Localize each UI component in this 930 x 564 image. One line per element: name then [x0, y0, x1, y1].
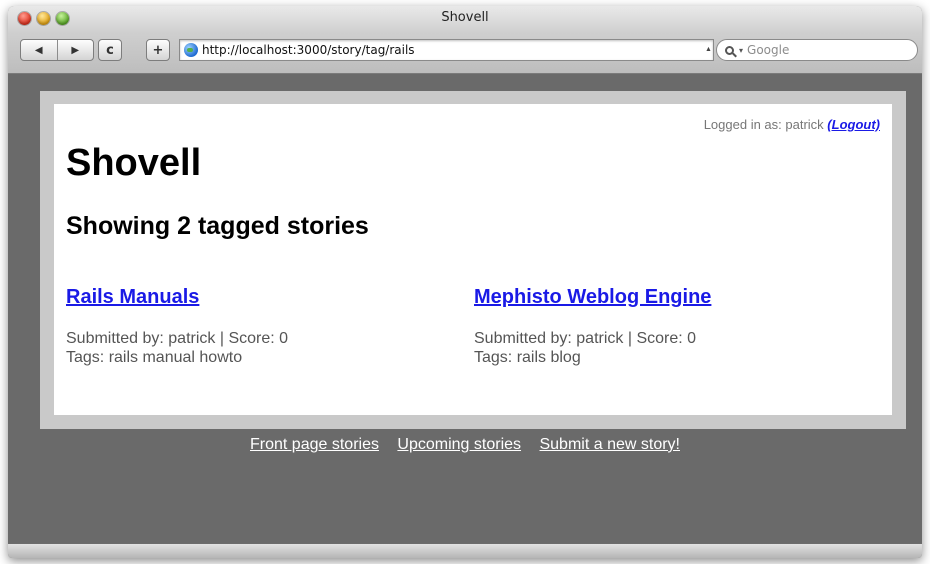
- page-content: Logged in as: patrick (Logout) Shovell S…: [8, 74, 922, 544]
- window-title: Shovell: [441, 10, 489, 25]
- front-page-link[interactable]: Front page stories: [250, 436, 379, 453]
- globe-icon: [184, 43, 198, 57]
- submit-story-link[interactable]: Submit a new story!: [539, 436, 680, 453]
- page-heading: Showing 2 tagged stories: [66, 212, 369, 240]
- reload-icon: c: [106, 42, 114, 58]
- add-bookmark-button[interactable]: +: [146, 39, 170, 61]
- upcoming-stories-link[interactable]: Upcoming stories: [397, 436, 521, 453]
- story-title-link[interactable]: Mephisto Weblog Engine: [474, 286, 854, 309]
- search-icon: [725, 45, 734, 55]
- story-submitted: Submitted by: patrick | Score: 0: [66, 330, 289, 347]
- story-item: Mephisto Weblog Engine Submitted by: pat…: [474, 286, 854, 367]
- story-submitted: Submitted by: patrick | Score: 0: [474, 330, 697, 347]
- browser-chrome: Shovell ◀ ▶ c + http://localhost:3000/st…: [8, 6, 922, 74]
- reload-button[interactable]: c: [98, 39, 122, 61]
- browser-window: Shovell ◀ ▶ c + http://localhost:3000/st…: [8, 6, 922, 558]
- logout-link[interactable]: (Logout): [827, 117, 880, 132]
- url-text[interactable]: http://localhost:3000/story/tag/rails: [202, 43, 415, 57]
- back-arrow-icon[interactable]: ◀: [21, 40, 57, 60]
- content-frame: Logged in as: patrick (Logout) Shovell S…: [40, 91, 906, 429]
- search-field[interactable]: ▾ Google: [716, 39, 918, 61]
- login-text: Logged in as: patrick: [703, 117, 824, 132]
- forward-arrow-icon[interactable]: ▶: [58, 40, 94, 60]
- story-title-link[interactable]: Rails Manuals: [66, 286, 446, 309]
- status-bar: [8, 543, 922, 558]
- footer-nav: Front page stories Upcoming stories Subm…: [8, 436, 922, 454]
- story-item: Rails Manuals Submitted by: patrick | Sc…: [66, 286, 446, 367]
- search-placeholder: Google: [747, 43, 790, 57]
- snapback-icon[interactable]: ▲: [705, 46, 712, 53]
- story-tags: Tags: rails blog: [474, 349, 581, 366]
- address-bar[interactable]: http://localhost:3000/story/tag/rails: [179, 39, 714, 61]
- chevron-down-icon[interactable]: ▾: [739, 46, 743, 55]
- content-panel: Logged in as: patrick (Logout) Shovell S…: [54, 104, 892, 415]
- story-tags: Tags: rails manual howto: [66, 349, 243, 366]
- plus-icon: +: [152, 42, 164, 58]
- login-status: Logged in as: patrick (Logout): [704, 117, 880, 132]
- site-title: Shovell: [66, 142, 202, 184]
- back-forward-buttons: ◀ ▶: [20, 39, 94, 61]
